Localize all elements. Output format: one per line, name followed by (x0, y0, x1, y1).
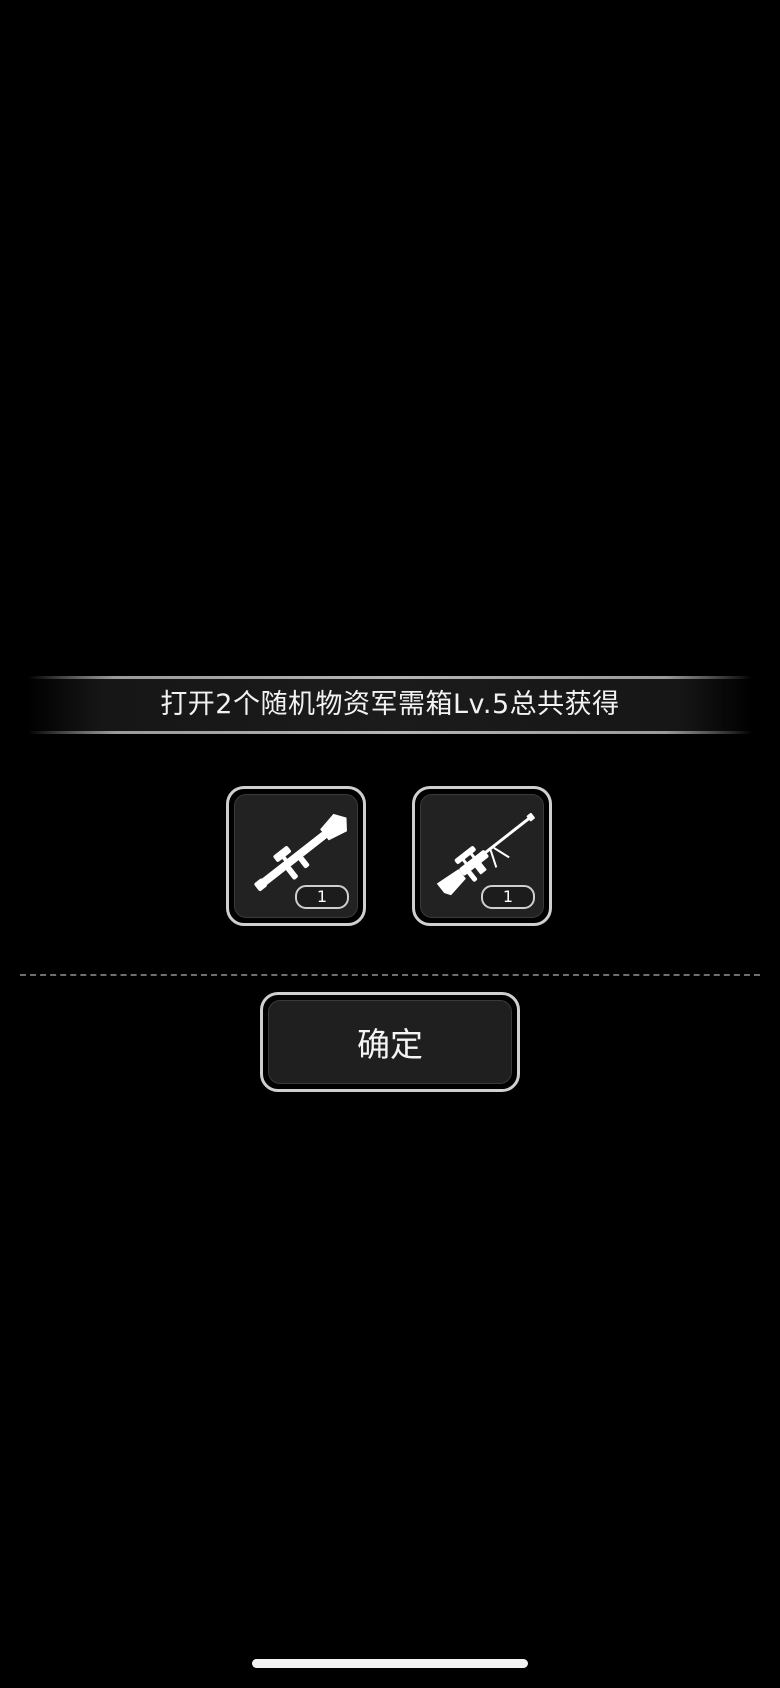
reward-banner-text: 打开2个随机物资军需箱Lv.5总共获得 (160, 689, 620, 720)
reward-list: 1 1 (0, 786, 780, 932)
reward-count: 1 (295, 885, 349, 909)
confirm-button-label: 确定 (357, 1025, 423, 1064)
reward-banner: 打开2个随机物资军需箱Lv.5总共获得 (28, 676, 752, 734)
reward-slot-rocket-launcher[interactable]: 1 (226, 786, 366, 926)
reward-slot-background: 1 (420, 794, 544, 918)
reward-count: 1 (481, 885, 535, 909)
home-indicator[interactable] (252, 1659, 528, 1668)
confirm-button[interactable]: 确定 (260, 992, 520, 1092)
dashed-divider (20, 974, 760, 976)
reward-slot-background: 1 (234, 794, 358, 918)
reward-slot-sniper-rifle[interactable]: 1 (412, 786, 552, 926)
